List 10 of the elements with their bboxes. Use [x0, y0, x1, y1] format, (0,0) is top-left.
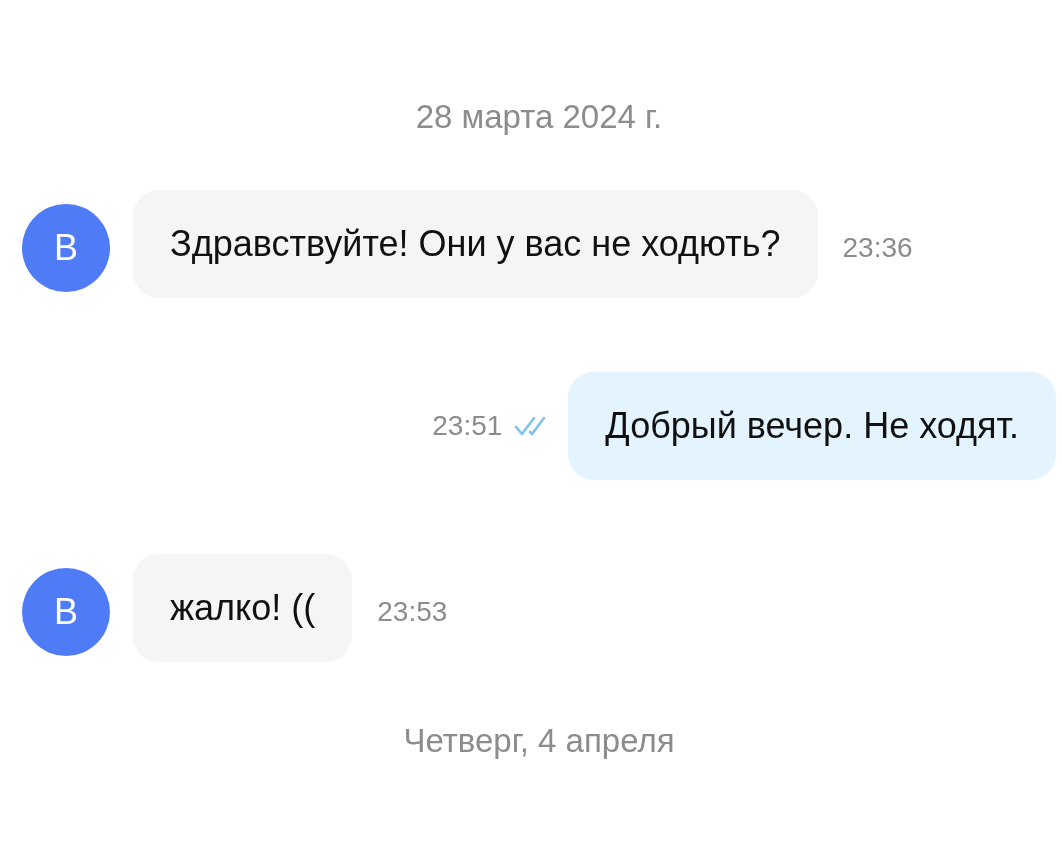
avatar: В [22, 568, 110, 656]
message-bubble: Здравствуйте! Они у вас не ходють? [133, 190, 818, 298]
message-bubble: жалко! (( [133, 554, 353, 662]
message-bubble: Добрый вечер. Не ходят. [568, 372, 1056, 480]
message-time: 23:51 [432, 410, 503, 442]
date-separator: 28 марта 2024 г. [415, 97, 663, 137]
date-separator: Четверг, 4 апреля [403, 721, 675, 761]
avatar: В [22, 204, 110, 292]
message-time: 23:36 [842, 232, 913, 264]
message-time: 23:53 [377, 596, 448, 628]
